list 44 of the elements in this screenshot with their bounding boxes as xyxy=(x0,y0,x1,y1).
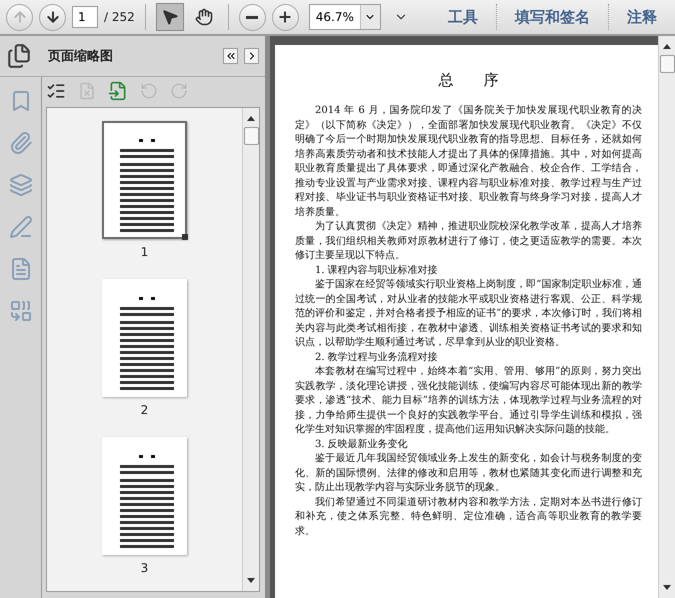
panel-title: 页面缩略图 xyxy=(48,48,114,65)
expand-button[interactable] xyxy=(244,48,259,64)
select-tool-button[interactable] xyxy=(156,3,184,31)
paragraph: 我们希望通过不同渠道研讨教材内容和教学方法，定期对本丛书进行修订和补充，使之体系完整、特色鲜明、定位准确，适合高等职业教育的教学要求。 xyxy=(295,496,642,538)
page-number: 1 xyxy=(140,245,148,259)
zoom-dropdown-button[interactable] xyxy=(360,5,380,29)
document-title: 总 序 xyxy=(438,71,500,90)
section-heading: 3. 反映最新业务变化 xyxy=(314,438,409,452)
zoom-in-button[interactable] xyxy=(272,4,299,30)
panel-link[interactable]: 注释 xyxy=(615,8,669,26)
paragraph: 2014 年 6 月，国务院印发了《国务院关于加快发展现代职业教育的决定》（以下简称《决定》），全面部署加快发展现代职业教育。《决定》不仅明确了今后一个时期加快发展现代职业教育的指导思想、目标任务，还就如何培养高素质劳动者和技术技能人才提出了具体的保障措施。其中，对如何提高职业教育质量提出了具体要求，即通过深化产教融合、校企合作、工学结合，推动专业设置与产业需求对接、课程内容与职业标准对接、教学过程与生产过程对接、毕业证书与职业资格证书对接、职业教育与终身学习对接，提高人才培养质量。 xyxy=(295,104,642,220)
page-number: 2 xyxy=(140,403,148,417)
paragraph: 鉴于国家在经贸等领域实行职业资格上岗制度，即“国家制定职业标准，通过统一的全国考试，对从业者的技能水平或职业资格进行客观、公正、科学规范的评价和鉴定，并对合格者授予相应的证书”的要求，本次修订时，我们将相关内容与此类考试相衔接，在教材中渗透、训练相关资格证书考试的要求和知识点，以帮助学生顺利通过考试，尽早拿到从业的职业资格。 xyxy=(295,278,642,350)
zoom-input[interactable]: 46.7% xyxy=(310,6,360,28)
paragraph: 鉴于最近几年我国经贸领域业务上发生的新变化，如会计与税务制度的变化、新的国际惯例、法律的修改和启用等，教材也紧随其变化而进行调整和充实，防止出现教学内容与实际业务脱节的现象。 xyxy=(295,452,642,495)
paragraph: 本套教材在编写过程中，始终本着“实用、管用、够用”的原则，努力突出实践教学，淡化理论讲授，强化技能训练，使编写内容尽可能体现出新的教学要求，渗透“技术、能力目标”培养的训练方法，体现教学过程与业务流程的对接，力争给师生提供一个良好的实践教学平台。通过引导学生训练和模拟，强化学生对知识掌握的牢固程度，提高他们运用知识解决实际问题的技能。 xyxy=(295,365,642,437)
page-count: / 252 xyxy=(104,10,135,24)
section-heading: 1. 课程内容与职业标准对接 xyxy=(314,264,439,278)
scrollbar[interactable] xyxy=(242,108,259,591)
scrollbar[interactable] xyxy=(658,36,675,598)
zoom-out-button[interactable] xyxy=(238,4,266,30)
paragraph: 为了认真贯彻《决定》精神，推进职业院校深化教学改革，提高人才培养质量，我们组织相关教师对原教材进行了修订，使之更适应教学的需要。本次修订主要呈现以下特点。 xyxy=(295,220,642,263)
page-number: 3 xyxy=(140,561,148,575)
down-arrow-icon xyxy=(44,9,60,25)
panel-link[interactable]: 工具 xyxy=(436,8,490,26)
layers-icon[interactable] xyxy=(8,173,32,197)
signature-icon[interactable] xyxy=(8,215,32,239)
section-heading: 2. 教学过程与业务流程对接 xyxy=(314,350,439,364)
insert-page-icon[interactable] xyxy=(108,81,128,101)
page-number-field[interactable]: 1 xyxy=(72,6,98,28)
collapse-button[interactable] xyxy=(223,48,238,64)
paperclip-icon[interactable] xyxy=(8,131,32,155)
zoom-field[interactable]: 46.7% xyxy=(308,4,381,30)
pointer-icon xyxy=(160,8,179,26)
panel-link[interactable]: 填写和签名 xyxy=(503,8,602,26)
double-chevron-icon xyxy=(224,50,236,62)
next-page-button[interactable] xyxy=(39,4,66,30)
compare-icon[interactable] xyxy=(8,299,32,323)
page-thumbnail[interactable] xyxy=(102,121,187,239)
pages-icon[interactable] xyxy=(6,43,32,69)
minus-icon xyxy=(246,16,258,18)
hand-icon xyxy=(194,8,213,26)
plus-icon xyxy=(277,9,294,25)
previous-page-button[interactable] xyxy=(6,4,33,30)
